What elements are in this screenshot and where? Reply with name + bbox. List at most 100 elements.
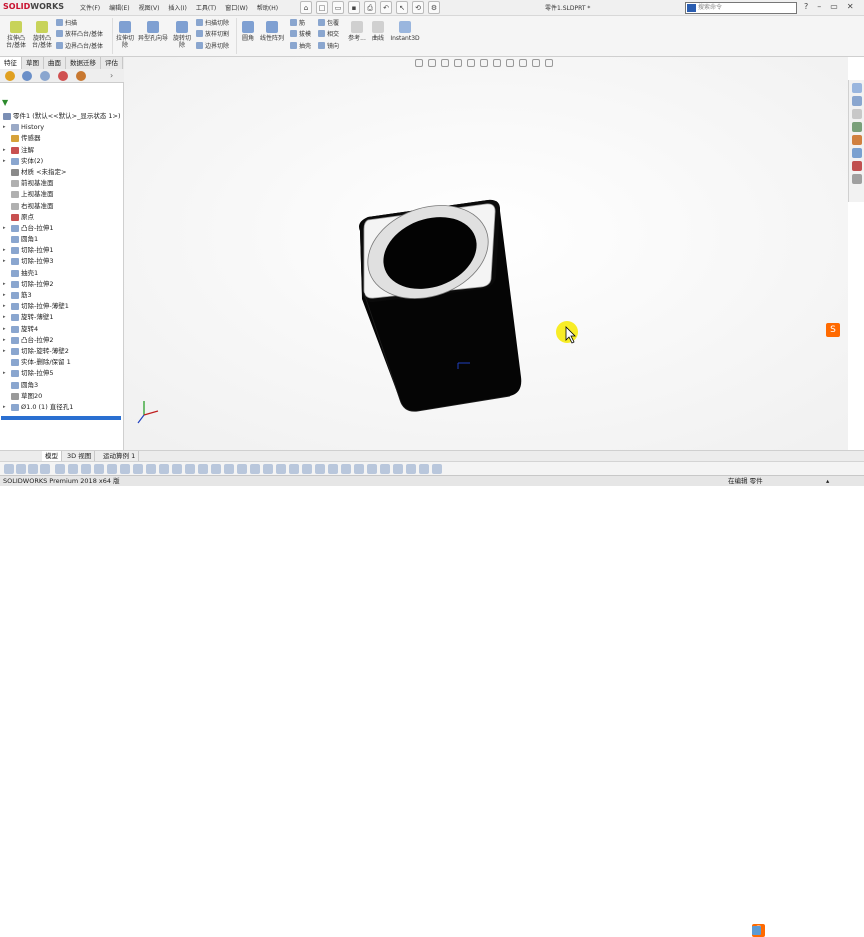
input-method-icon[interactable]: S: [826, 323, 840, 337]
fillet-button[interactable]: 圆角: [238, 21, 258, 42]
expand-arrow-icon[interactable]: ▸: [3, 290, 6, 301]
solidworks-forum-icon[interactable]: [851, 161, 862, 171]
tree-node[interactable]: ▸ 切除-拉伸1: [0, 245, 124, 256]
design-library-icon[interactable]: [851, 96, 862, 106]
instant3d-button[interactable]: Instant3D: [389, 21, 421, 42]
tree-node[interactable]: ▸ 切除-拉伸2: [0, 279, 124, 290]
bottom-tool-icon[interactable]: [40, 464, 50, 474]
bottom-tool-icon[interactable]: [211, 464, 221, 474]
bottom-tool-icon[interactable]: [380, 464, 390, 474]
panel-expand-icon[interactable]: ›: [110, 71, 113, 80]
tree-node[interactable]: ▸ 切除-拉伸3: [0, 256, 124, 267]
bottom-tool-icon[interactable]: [276, 464, 286, 474]
tree-node[interactable]: 前视基准面: [0, 178, 124, 189]
sweep-button[interactable]: 扫描: [56, 19, 77, 28]
bottom-tool-icon[interactable]: [354, 464, 364, 474]
shell-button[interactable]: 抽壳: [290, 42, 311, 51]
task-pane-extra-icon[interactable]: [851, 174, 862, 184]
menu-item-4[interactable]: 工具(T): [196, 3, 216, 12]
intersect-button[interactable]: 相交: [318, 30, 339, 39]
boundary-boss-button[interactable]: 边界凸台/基体: [56, 42, 103, 51]
revolve-cut-button[interactable]: 旋转切除: [171, 21, 193, 49]
open-folder-icon[interactable]: ▭: [332, 1, 344, 14]
expand-arrow-icon[interactable]: ▸: [3, 223, 6, 234]
tab-command-2[interactable]: 曲面: [44, 57, 66, 69]
tree-node[interactable]: ▸ 凸台-拉伸2: [0, 335, 124, 346]
edit-appearance-icon[interactable]: [506, 59, 514, 67]
expand-arrow-icon[interactable]: ▸: [3, 301, 6, 312]
tab-command-3[interactable]: 数据迁移: [66, 57, 101, 69]
expand-arrow-icon[interactable]: ▸: [3, 245, 6, 256]
bottom-tool-icon[interactable]: [419, 464, 429, 474]
tree-node[interactable]: 草图20: [0, 391, 124, 402]
bottom-tool-icon[interactable]: [185, 464, 195, 474]
extrude-boss-button[interactable]: 拉伸凸台/基体: [3, 21, 29, 49]
rib-button[interactable]: 筋: [290, 19, 305, 28]
tree-node[interactable]: 传感器: [0, 133, 124, 144]
hole-wizard-button[interactable]: 异型孔向导: [137, 21, 169, 42]
bottom-tool-icon[interactable]: [159, 464, 169, 474]
display-manager-tab-icon[interactable]: [76, 71, 86, 81]
custom-properties-icon[interactable]: [851, 148, 862, 158]
tree-node[interactable]: ▸ 实体(2): [0, 156, 124, 167]
mirror-button[interactable]: 镜向: [318, 42, 339, 51]
menu-item-5[interactable]: 窗口(W): [225, 3, 248, 12]
minimize-icon[interactable]: –: [817, 2, 821, 11]
bottom-tool-icon[interactable]: [328, 464, 338, 474]
undo-icon[interactable]: ↶: [380, 1, 392, 14]
bottom-tool-icon[interactable]: [237, 464, 247, 474]
tab-command-4[interactable]: 评估: [101, 57, 123, 69]
bottom-tool-icon[interactable]: [16, 464, 26, 474]
view-palette-icon[interactable]: [851, 122, 862, 132]
filter-icon[interactable]: ▼: [2, 99, 11, 107]
tree-node[interactable]: ▸ 切除-拉伸5: [0, 368, 124, 379]
select-arrow-icon[interactable]: ↖: [396, 1, 408, 14]
bottom-tool-icon[interactable]: [146, 464, 156, 474]
tab-model-0[interactable]: 模型: [42, 451, 62, 461]
tree-node[interactable]: 右视基准面: [0, 201, 124, 212]
tree-node[interactable]: ▸ 切除-拉伸-薄壁1: [0, 301, 124, 312]
bottom-tool-icon[interactable]: [367, 464, 377, 474]
view-settings-icon[interactable]: [532, 59, 540, 67]
expand-arrow-icon[interactable]: ▸: [3, 402, 6, 413]
restore-icon[interactable]: ▭: [830, 2, 838, 11]
close-icon[interactable]: ✕: [847, 2, 854, 11]
tree-node[interactable]: 抽壳1: [0, 268, 124, 279]
bottom-tool-icon[interactable]: [198, 464, 208, 474]
menu-item-2[interactable]: 视图(V): [139, 3, 160, 12]
expand-arrow-icon[interactable]: ▸: [3, 122, 6, 133]
expand-arrow-icon[interactable]: ▸: [3, 368, 6, 379]
lofted-cut-button[interactable]: 放样切割: [196, 30, 229, 39]
bottom-tool-icon[interactable]: [393, 464, 403, 474]
bottom-tool-icon[interactable]: [432, 464, 442, 474]
tree-node[interactable]: 上视基准面: [0, 189, 124, 200]
bottom-tool-icon[interactable]: [28, 464, 38, 474]
file-explorer-icon[interactable]: [851, 109, 862, 119]
tray-grid-icon[interactable]: [752, 926, 761, 935]
dimxpert-tab-icon[interactable]: [58, 71, 68, 81]
tree-node[interactable]: 圆角3: [0, 380, 124, 391]
tab-model-1[interactable]: 3D 视图: [64, 451, 96, 461]
tree-node[interactable]: 圆角1: [0, 234, 124, 245]
help-icon[interactable]: ?: [804, 2, 808, 11]
revolve-boss-button[interactable]: 旋转凸台/基体: [29, 21, 55, 49]
configuration-manager-tab-icon[interactable]: [40, 71, 50, 81]
tree-node[interactable]: 零件1 (默认<<默认>_显示状态 1>): [0, 111, 124, 122]
print-icon[interactable]: ⎙: [364, 1, 376, 14]
menu-item-1[interactable]: 编辑(E): [109, 3, 129, 12]
expand-arrow-icon[interactable]: ▸: [3, 346, 6, 357]
new-document-icon[interactable]: □: [316, 1, 328, 14]
reference-geometry-button[interactable]: 参考...: [345, 21, 369, 42]
tab-command-0[interactable]: 特征: [0, 57, 22, 69]
bottom-tool-icon[interactable]: [133, 464, 143, 474]
menu-item-0[interactable]: 文件(F): [80, 3, 100, 12]
feature-manager-tab-icon[interactable]: [5, 71, 15, 81]
bottom-tool-icon[interactable]: [94, 464, 104, 474]
extrude-cut-button[interactable]: 拉伸切除: [114, 21, 136, 49]
tree-node[interactable]: ▸ 切除-旋转-薄壁2: [0, 346, 124, 357]
appearances-icon[interactable]: [851, 135, 862, 145]
status-units-icon[interactable]: ▴: [826, 476, 829, 486]
options-gear-icon[interactable]: ⚙: [428, 1, 440, 14]
tree-node[interactable]: ▸ 筋3: [0, 290, 124, 301]
rebuild-icon[interactable]: ⟲: [412, 1, 424, 14]
